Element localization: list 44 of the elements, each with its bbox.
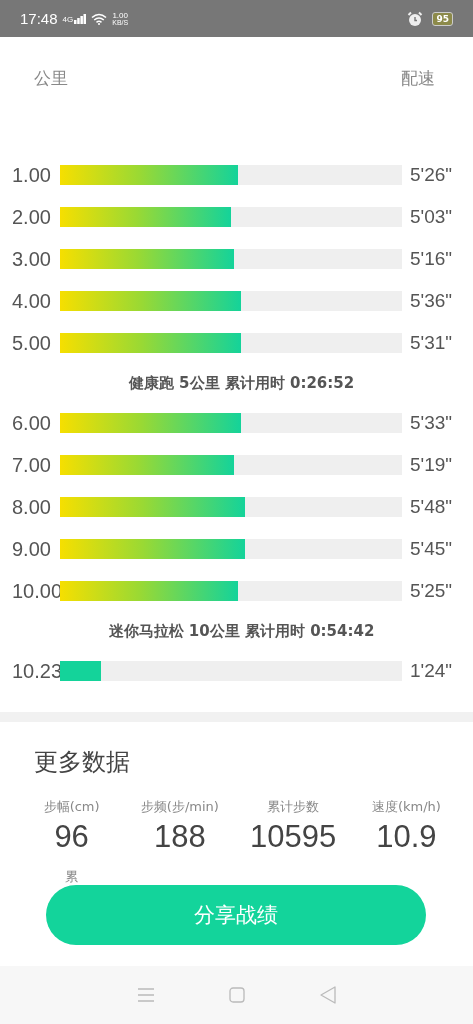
km-label: 10.00 <box>12 579 60 603</box>
stat-value: 188 <box>154 818 206 856</box>
stat-label: 累 <box>65 868 79 886</box>
km-label: 1.00 <box>12 163 52 187</box>
pace-value: 5'36" <box>410 290 454 312</box>
km-label: 7.00 <box>12 453 52 477</box>
battery-level: 95 <box>432 11 453 26</box>
stat-value: 10595 <box>250 818 337 856</box>
back-icon[interactable] <box>319 986 336 1004</box>
stat-label: 步频(步/min) <box>140 798 219 816</box>
clock-time: 17:48 <box>20 10 58 27</box>
km-label: 10.23 <box>12 659 60 683</box>
split-summary: 迷你马拉松 10公里 累计用时 0:54:42 <box>107 621 376 642</box>
km-label: 4.00 <box>12 289 52 313</box>
wifi-icon <box>91 12 108 25</box>
pace-value: 5'33" <box>410 412 454 434</box>
column-header: 公里 <box>34 67 68 90</box>
stat-label: 累计步数 <box>267 798 320 816</box>
home-icon[interactable] <box>228 987 245 1003</box>
km-label: 3.00 <box>12 247 52 271</box>
stat-value: 96 <box>54 818 89 856</box>
km-label: 5.00 <box>12 331 52 355</box>
column-header: 配速 <box>401 67 435 90</box>
stat-label: 速度(km/h) <box>371 798 441 816</box>
km-label: 2.00 <box>12 205 52 229</box>
pace-value: 5'25" <box>410 580 454 602</box>
pace-value: 5'26" <box>410 164 454 186</box>
share-button[interactable]: 分享战绩 <box>46 885 426 945</box>
alarm-clock-icon <box>407 10 424 27</box>
pace-value: 5'03" <box>410 206 454 228</box>
pace-value: 5'19" <box>410 454 454 476</box>
stat-value: 10.9 <box>376 818 437 856</box>
pace-value: 1'24" <box>410 660 454 682</box>
split-summary: 健康跑 5公里 累计用时 0:26:52 <box>127 373 356 394</box>
pace-value: 5'31" <box>410 332 454 354</box>
km-label: 8.00 <box>12 495 52 519</box>
pace-value: 5'16" <box>410 248 454 270</box>
km-label: 6.00 <box>12 411 52 435</box>
km-label: 9.00 <box>12 537 52 561</box>
section-title: 更多数据 <box>33 747 131 778</box>
stat-label: 步幅(cm) <box>43 798 100 816</box>
menu-icon[interactable] <box>137 988 154 1002</box>
pace-value: 5'45" <box>410 538 454 560</box>
pace-value: 5'48" <box>410 496 454 518</box>
